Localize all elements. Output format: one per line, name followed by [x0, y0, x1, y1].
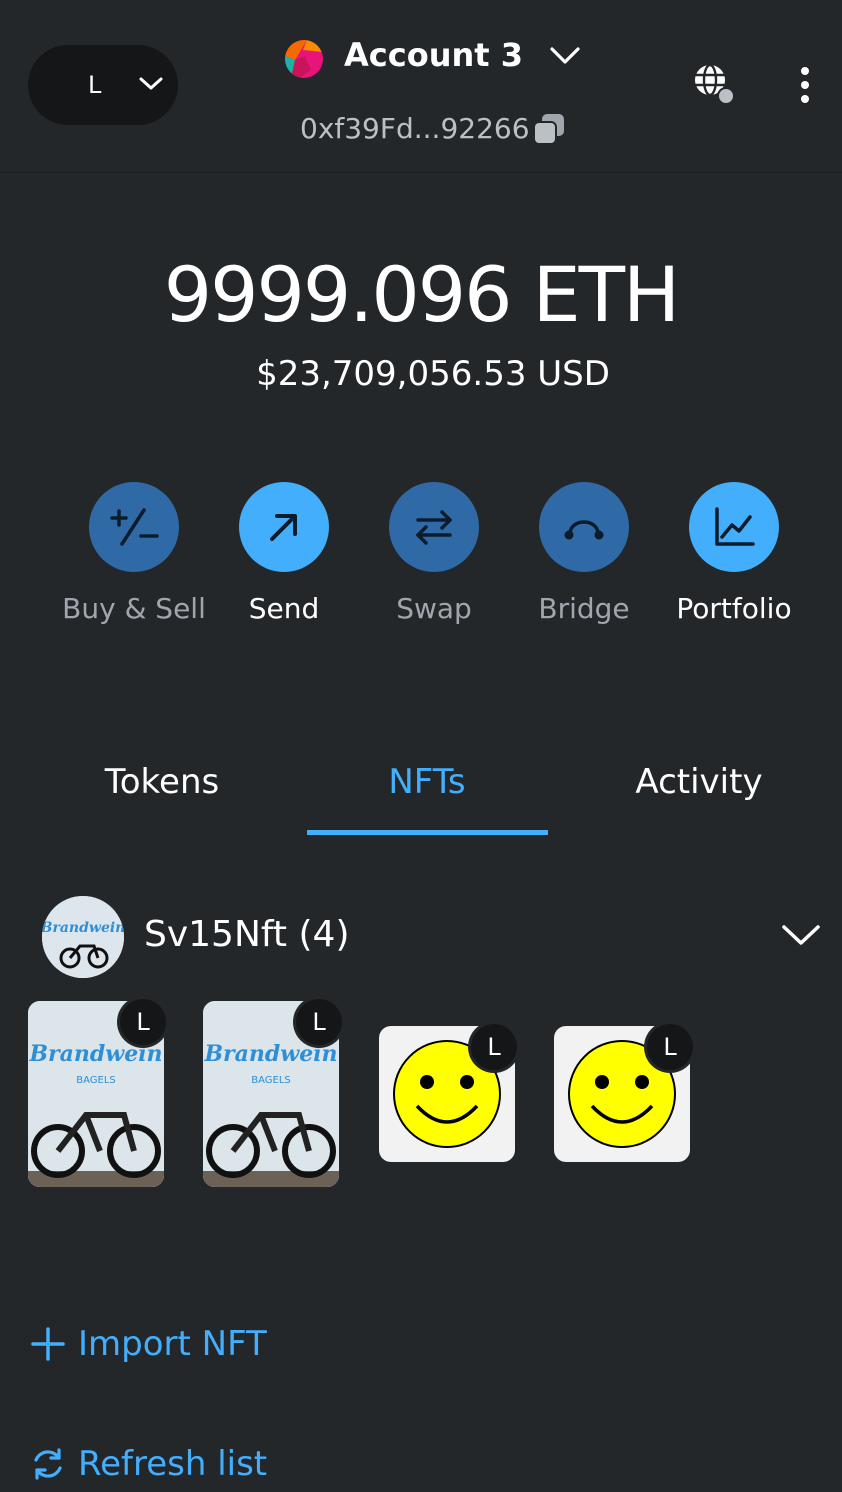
balance-primary: 9999.096 ETH: [163, 250, 680, 339]
header: L Account 3 0xf39Fd...92266: [0, 0, 842, 173]
bridge-label: Bridge: [538, 592, 630, 625]
account-name[interactable]: Account 3: [344, 36, 523, 74]
buy-sell-icon: [89, 482, 179, 572]
tab-tokens[interactable]: Tokens: [62, 762, 262, 802]
bridge-icon: [539, 482, 629, 572]
chevron-down-icon: [139, 77, 163, 90]
buy-sell-button[interactable]: Buy & Sell: [59, 482, 209, 625]
collection-chevron-down-icon[interactable]: [780, 922, 822, 948]
network-badge: L: [117, 996, 169, 1048]
arrow-up-right-icon: [239, 482, 329, 572]
bridge-button[interactable]: Bridge: [509, 482, 659, 625]
account-address: 0xf39Fd...92266: [300, 112, 530, 145]
buy-sell-label: Buy & Sell: [62, 592, 206, 625]
svg-text:BAGELS: BAGELS: [76, 1075, 116, 1086]
send-label: Send: [248, 592, 320, 625]
copy-icon[interactable]: [532, 112, 566, 146]
import-nft-link[interactable]: Import NFT: [30, 1324, 267, 1364]
plus-icon: [31, 1327, 65, 1361]
refresh-list-label: Refresh list: [78, 1444, 268, 1484]
account-avatar[interactable]: [285, 40, 323, 78]
collection-title[interactable]: Sv15Nft (4): [144, 914, 350, 955]
collection-avatar: Brandwein: [42, 896, 124, 978]
refresh-icon: [34, 1448, 62, 1480]
chart-line-icon: [689, 482, 779, 572]
tab-activity[interactable]: Activity: [599, 762, 799, 802]
more-options-icon[interactable]: [800, 66, 810, 104]
network-badge: L: [468, 1021, 520, 1073]
network-picker-button[interactable]: L: [28, 45, 178, 125]
svg-text:Brandwein: Brandwein: [42, 920, 124, 936]
network-badge: L: [293, 996, 345, 1048]
send-button[interactable]: Send: [209, 482, 359, 625]
import-nft-label: Import NFT: [78, 1324, 267, 1364]
active-tab-indicator: [307, 830, 548, 835]
globe-connection-icon[interactable]: [692, 62, 738, 108]
account-chevron-down-icon[interactable]: [548, 44, 582, 68]
swap-button[interactable]: Swap: [359, 482, 509, 625]
tab-nfts[interactable]: NFTs: [327, 762, 527, 802]
network-letter: L: [88, 71, 102, 99]
portfolio-button[interactable]: Portfolio: [659, 482, 809, 625]
portfolio-label: Portfolio: [676, 592, 792, 625]
swap-arrows-icon: [389, 482, 479, 572]
network-badge: L: [644, 1021, 696, 1073]
refresh-list-link[interactable]: Refresh list: [30, 1444, 267, 1484]
swap-label: Swap: [396, 592, 472, 625]
balance-fiat: $23,709,056.53 USD: [256, 354, 610, 394]
svg-text:BAGELS: BAGELS: [251, 1075, 291, 1086]
